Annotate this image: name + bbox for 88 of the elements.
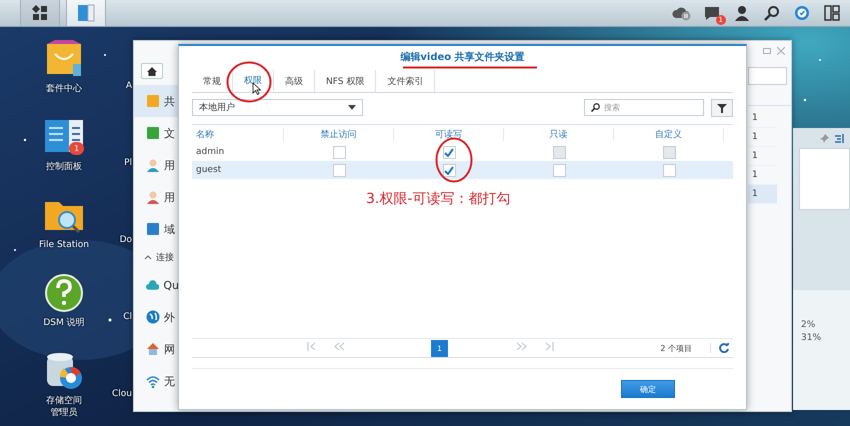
table-cell: 1	[748, 185, 777, 204]
contact-card-icon	[146, 222, 160, 236]
sidebar-item[interactable]: 文	[134, 117, 179, 149]
last-page-button[interactable]	[545, 342, 554, 354]
caret-icon	[348, 105, 356, 110]
tab[interactable]: 常规	[192, 70, 233, 92]
list-icon	[835, 134, 844, 142]
tab[interactable]: NFS 权限	[315, 70, 376, 92]
column-header[interactable]: 只读	[504, 128, 614, 140]
help-icon	[43, 272, 85, 314]
table-row[interactable]: admin	[192, 143, 733, 161]
sidebar-item[interactable]: Qu	[134, 269, 179, 301]
maximize-icon	[763, 47, 771, 55]
share-folder-icon	[146, 94, 160, 108]
sidebar-item[interactable]: 外	[134, 301, 179, 333]
sidebar-item[interactable]: 用	[134, 181, 179, 213]
home-icon	[147, 66, 157, 76]
checkbox[interactable]	[332, 146, 346, 158]
desktop-icon-label[interactable]: File Station	[39, 239, 89, 251]
sidebar-item[interactable]: 网	[134, 333, 179, 365]
check-circle-icon[interactable]	[794, 5, 810, 21]
users-icon	[146, 190, 160, 204]
column-header[interactable]: 名称	[192, 128, 284, 140]
item-count: 2 个项目	[660, 342, 692, 354]
chat-icon[interactable]	[703, 5, 721, 21]
cloud-icon	[146, 278, 160, 292]
desktop-icon-label[interactable]: Do	[120, 234, 132, 246]
tab[interactable]: 高级	[274, 70, 315, 92]
search-icon[interactable]	[764, 5, 780, 21]
refresh-icon	[719, 343, 729, 353]
user-name: guest	[195, 165, 222, 175]
table-cell: 1	[748, 109, 777, 128]
globe-icon	[146, 310, 160, 324]
annotation-text: 3.权限-可读写：都打勾	[366, 190, 510, 208]
sidebar-item[interactable]: 用	[134, 149, 179, 181]
grid-icon	[32, 5, 48, 21]
filter-icon	[717, 102, 727, 112]
column-header[interactable]: 可读写	[394, 128, 504, 140]
column-header[interactable]: 自定义	[614, 128, 724, 140]
checkbox[interactable]	[332, 164, 346, 176]
dialog-title: 编辑video 共享文件夹设置	[400, 52, 525, 64]
desktop-icon-label[interactable]: Pl	[124, 157, 132, 169]
search-icon	[591, 103, 600, 112]
annotation-circle	[226, 61, 272, 103]
checkbox[interactable]	[552, 164, 566, 176]
user-icon	[146, 158, 160, 172]
annotation-circle	[435, 137, 473, 183]
transfer-icon	[146, 126, 160, 140]
control-panel-icon	[77, 4, 95, 22]
filter-button[interactable]	[711, 98, 733, 116]
section-header[interactable]: 连接	[156, 250, 174, 264]
column-header[interactable]: 禁止访问	[284, 128, 394, 140]
checkbox[interactable]	[442, 164, 456, 176]
widgets-icon[interactable]	[824, 5, 840, 21]
confirm-button[interactable]: 确定	[621, 380, 675, 398]
page-button[interactable]: 1	[431, 340, 448, 356]
first-page-button[interactable]	[307, 342, 316, 354]
usage-reading: 31%	[801, 333, 822, 343]
table-row[interactable]: guest	[192, 161, 733, 179]
desktop-icon-label[interactable]: 控制面板	[46, 161, 82, 173]
desktop-icon-label[interactable]: Cl	[123, 311, 132, 323]
desktop-icon-label[interactable]: Clou	[112, 388, 132, 400]
user-type-dropdown[interactable]: 本地用户	[192, 99, 363, 116]
desktop-icon-label[interactable]: 存储空间管理员	[46, 395, 82, 419]
sidebar-item[interactable]: 无	[134, 365, 179, 397]
table-cell: 1	[748, 128, 777, 147]
desktop-icon-label[interactable]: A	[126, 80, 132, 92]
close-icon[interactable]	[777, 47, 785, 55]
house-icon	[146, 342, 160, 356]
wifi-icon	[146, 374, 160, 388]
home-button[interactable]	[141, 63, 163, 79]
usage-reading: 2%	[801, 320, 816, 330]
table-cell: 1	[748, 147, 777, 166]
sidebar-item[interactable]: 域	[134, 213, 179, 245]
desktop-icon-label[interactable]: 套件中心	[46, 83, 82, 95]
user-name: admin	[195, 147, 226, 157]
tab[interactable]: 文件索引	[376, 70, 436, 92]
taskbar-app-button[interactable]	[66, 0, 106, 26]
widget-card	[799, 148, 850, 210]
sidebar-item[interactable]: 共	[134, 85, 179, 117]
checkbox[interactable]	[662, 164, 676, 176]
cursor-icon	[253, 83, 261, 95]
main-menu-button[interactable]	[20, 0, 60, 26]
user-icon[interactable]	[734, 5, 750, 21]
search-field[interactable]	[748, 67, 787, 85]
desktop-icon-label[interactable]: DSM 说明	[43, 317, 85, 329]
checkbox[interactable]	[442, 146, 456, 158]
cloud-pause-icon[interactable]	[672, 5, 692, 21]
